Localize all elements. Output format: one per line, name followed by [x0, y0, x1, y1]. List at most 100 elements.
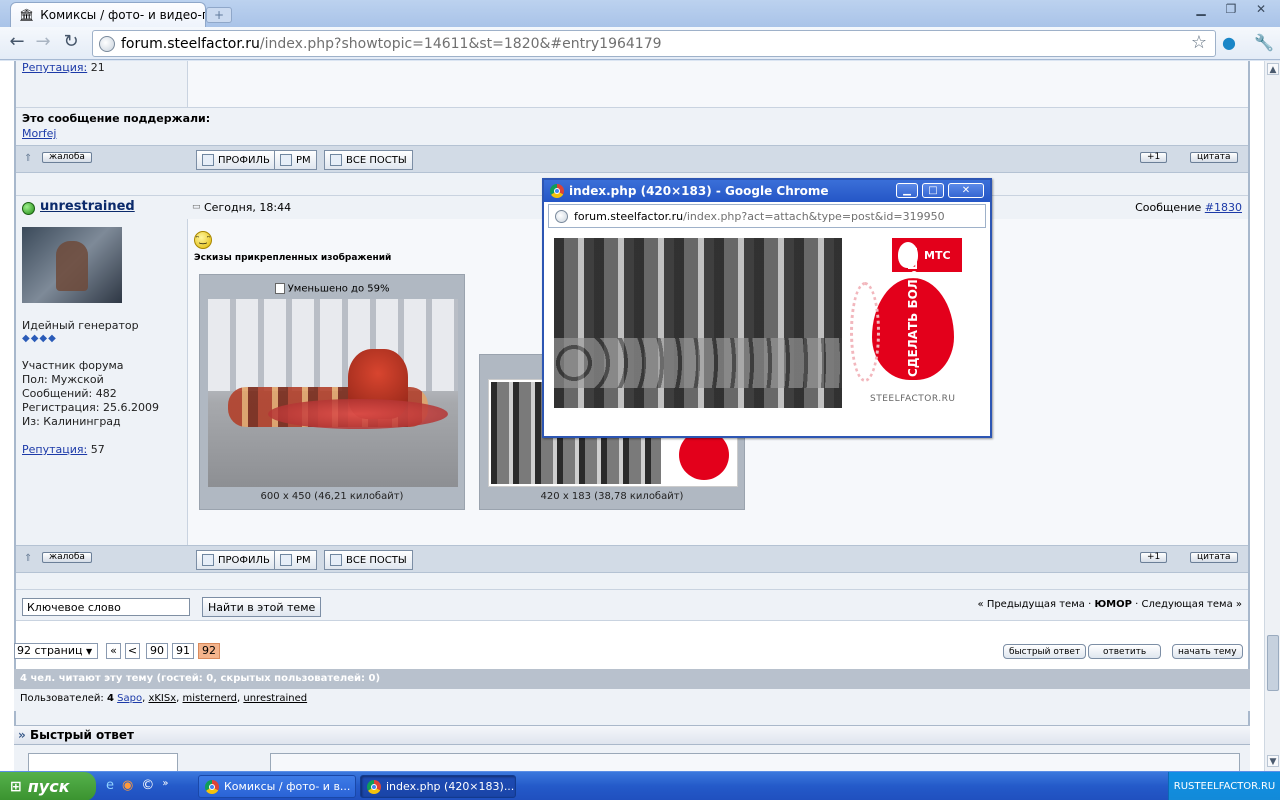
- reputation-link[interactable]: Репутация:: [22, 443, 87, 456]
- url-path: /index.php?showtopic=14611&st=1820&#entr…: [259, 35, 662, 52]
- taskbar-item-popup[interactable]: index.php (420×183)...: [360, 775, 516, 798]
- pm-icon: [280, 554, 292, 566]
- system-tray: RU STEELFACTOR.RU: [1168, 772, 1280, 800]
- reader-link[interactable]: xKISx: [148, 693, 176, 704]
- popup-window: index.php (420×183) - Google Chrome ▁ □ …: [542, 178, 992, 438]
- message-number: Сообщение #1830: [1135, 201, 1242, 214]
- popup-title: index.php (420×183) - Google Chrome: [569, 184, 829, 198]
- user-group: Участник форума: [22, 359, 124, 372]
- profile-button[interactable]: ПРОФИЛЬ: [196, 550, 276, 570]
- minimize-icon[interactable]: ▁: [1188, 2, 1214, 18]
- new-tab-button[interactable]: +: [206, 7, 232, 23]
- scroll-top-icon[interactable]: ⇑: [24, 153, 32, 164]
- bookmark-star-icon[interactable]: ☆: [1191, 32, 1207, 53]
- page-90-button[interactable]: 90: [146, 643, 168, 659]
- profile-button[interactable]: ПРОФИЛЬ: [196, 150, 276, 170]
- popup-minimize-icon[interactable]: ▁: [896, 183, 918, 198]
- chrome-icon: [205, 779, 219, 794]
- quick-reply-button[interactable]: быстрый ответ: [1003, 644, 1087, 659]
- quick-reply-editor: [14, 745, 1250, 771]
- page-scrollbar[interactable]: ▲ ▼: [1264, 61, 1280, 771]
- restore-icon[interactable]: ❐: [1218, 2, 1244, 18]
- plus-one-button[interactable]: +1: [1140, 552, 1168, 563]
- reload-icon[interactable]: ↻: [60, 32, 82, 54]
- popup-maximize-icon[interactable]: □: [922, 183, 944, 198]
- quick-launch-expand-icon[interactable]: »: [162, 778, 168, 793]
- wrench-icon[interactable]: 🔧: [1254, 33, 1274, 52]
- supported-title: Это сообщение поддержали:: [22, 112, 211, 125]
- prev-post-body: [188, 61, 1248, 107]
- username-link[interactable]: unrestrained: [40, 199, 135, 214]
- taskbar: ⊞ пуск e ◉ © » Комиксы / фото- и в... in…: [0, 771, 1280, 800]
- chrome-icon: [550, 184, 564, 198]
- readers-summary: 4 чел. читают эту тему (гостей: 0, скрыт…: [14, 669, 1250, 689]
- expand-icon[interactable]: »: [18, 728, 26, 742]
- popup-image: МТС СДЕЛАТЬ БОЛЬШЕ STEELFACTOR.RU: [544, 232, 990, 436]
- popup-url-path: /index.php?act=attach&type=post&id=31995…: [683, 209, 945, 223]
- topic-navigation: « Предыдущая тема · ЮМОР · Следующая тем…: [977, 599, 1242, 610]
- user-reputation: Репутация: 57: [22, 443, 105, 456]
- message-number-link[interactable]: #1830: [1205, 201, 1242, 214]
- scroll-top-icon[interactable]: ⇑: [24, 553, 32, 564]
- pm-icon: [280, 154, 292, 166]
- quote-button[interactable]: цитата: [1190, 552, 1238, 563]
- close-icon[interactable]: ✕: [1248, 2, 1274, 18]
- reply-button[interactable]: ответить: [1088, 644, 1162, 659]
- browser-tab[interactable]: 🏛 Комиксы / фото- и видео-пр ✕: [10, 2, 206, 27]
- all-posts-button[interactable]: ВСЕ ПОСТЫ: [324, 550, 413, 570]
- language-indicator[interactable]: RU: [1174, 781, 1188, 792]
- user-registered: Регистрация: 25.6.2009: [22, 401, 159, 414]
- next-topic-link[interactable]: Следующая тема »: [1142, 599, 1242, 610]
- readers-list: Пользователей: 4 Sapo, xKISx, misternerd…: [14, 689, 1250, 711]
- popup-titlebar[interactable]: index.php (420×183) - Google Chrome ▁ □ …: [544, 180, 990, 202]
- thumb1-caption: 600 x 450 (46,21 килобайт): [260, 491, 404, 502]
- complain-button[interactable]: жалоба: [42, 552, 92, 563]
- keyword-input[interactable]: [22, 598, 190, 616]
- ie-icon[interactable]: e: [106, 778, 114, 793]
- slogan-egg: СДЕЛАТЬ БОЛЬШЕ: [872, 247, 954, 380]
- popup-address-bar[interactable]: forum.steelfactor.ru /index.php?act=atta…: [548, 204, 986, 228]
- skype-icon[interactable]: ●: [1222, 33, 1236, 52]
- search-topic-button[interactable]: Найти в этой теме: [202, 597, 322, 617]
- tray-site-label: STEELFACTOR.RU: [1188, 781, 1276, 792]
- reader-link[interactable]: unrestrained: [243, 693, 307, 704]
- reader-link[interactable]: misternerd: [183, 693, 238, 704]
- prev-topic-link[interactable]: « Предыдущая тема: [978, 599, 1085, 610]
- taskbar-item-comics[interactable]: Комиксы / фото- и в...: [198, 775, 356, 798]
- reputation-link[interactable]: Репутация:: [22, 61, 87, 74]
- back-icon[interactable]: ←: [6, 32, 28, 54]
- address-bar[interactable]: forum.steelfactor.ru /index.php?showtopi…: [92, 30, 1216, 57]
- start-button[interactable]: ⊞ пуск: [0, 772, 96, 800]
- first-page-button[interactable]: «: [106, 643, 121, 659]
- pm-button[interactable]: PM: [274, 550, 317, 570]
- popup-close-icon[interactable]: ✕: [948, 183, 984, 198]
- forum-link[interactable]: ЮМОР: [1094, 599, 1132, 610]
- scroll-down-icon[interactable]: ▼: [1267, 755, 1279, 767]
- new-topic-button[interactable]: начать тему: [1172, 644, 1243, 659]
- supported-user-link[interactable]: Morfej: [22, 127, 56, 140]
- scroll-up-icon[interactable]: ▲: [1267, 63, 1279, 75]
- quote-button[interactable]: цитата: [1190, 152, 1238, 163]
- attachment-thumb-1[interactable]: Уменьшено до 59% 600 x 450 (46,21 килоба…: [199, 274, 465, 510]
- all-posts-button[interactable]: ВСЕ ПОСТЫ: [324, 150, 413, 170]
- mts-logo: МТС: [892, 238, 962, 272]
- pm-button[interactable]: PM: [274, 150, 317, 170]
- prev-page-button[interactable]: <: [125, 643, 140, 659]
- popup-url-host: forum.steelfactor.ru: [574, 209, 684, 223]
- app-icon[interactable]: ©: [141, 778, 154, 793]
- post-action-bar: ⇑ жалоба ПРОФИЛЬ PM ВСЕ ПОСТЫ +1 цитата: [16, 145, 1248, 173]
- scroll-thumb[interactable]: [1267, 635, 1279, 691]
- page-91-button[interactable]: 91: [172, 643, 194, 659]
- complain-button[interactable]: жалоба: [42, 152, 92, 163]
- avatar: [22, 227, 122, 303]
- quick-reply-header: » Быстрый ответ: [14, 725, 1250, 745]
- firefox-icon[interactable]: ◉: [122, 778, 133, 793]
- reputation-value: 21: [90, 61, 105, 74]
- pages-dropdown[interactable]: 92 страниц ▼: [14, 643, 98, 659]
- forward-icon[interactable]: →: [32, 32, 54, 54]
- chrome-icon: [367, 779, 381, 794]
- url-host: forum.steelfactor.ru: [121, 35, 260, 52]
- globe-icon: [99, 35, 115, 52]
- plus-one-button[interactable]: +1: [1140, 152, 1168, 163]
- reader-link[interactable]: Sapo: [117, 693, 142, 704]
